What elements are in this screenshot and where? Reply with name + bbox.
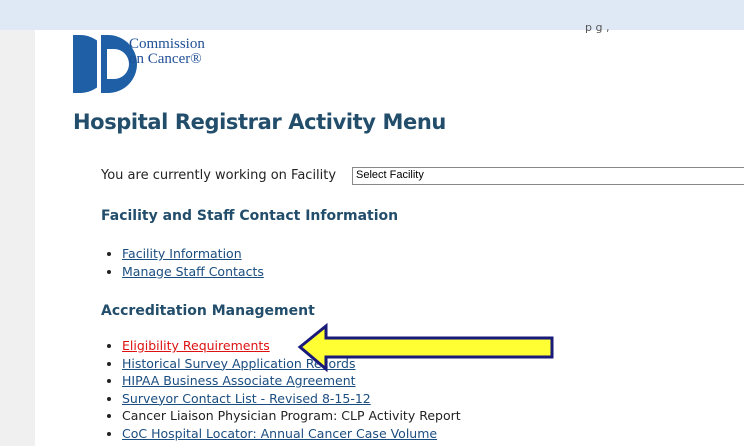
browser-top-strip bbox=[0, 0, 744, 30]
accreditation-links: Eligibility Requirements Historical Surv… bbox=[100, 337, 461, 442]
commission-on-cancer-logo[interactable]: Commission on Cancer® bbox=[73, 35, 213, 93]
facility-staff-links: Facility Information Manage Staff Contac… bbox=[100, 245, 264, 280]
list-item: Facility Information bbox=[122, 245, 264, 263]
top-cut-text: p g , bbox=[585, 21, 610, 34]
section-heading-accreditation: Accreditation Management bbox=[101, 303, 315, 319]
link-surveyor-contact-list[interactable]: Surveyor Contact List - Revised 8-15-12 bbox=[122, 391, 371, 406]
list-item: CoC Hospital Locator: Annual Cancer Case… bbox=[122, 425, 461, 443]
facility-select[interactable]: Select Facility bbox=[352, 167, 744, 185]
list-item: Manage Staff Contacts bbox=[122, 263, 264, 281]
list-item: HIPAA Business Associate Agreement bbox=[122, 372, 461, 390]
logo-line-1: Commission bbox=[129, 36, 205, 52]
section-heading-facility-staff: Facility and Staff Contact Information bbox=[101, 208, 399, 224]
facility-prompt: You are currently working on Facility bbox=[101, 168, 337, 183]
logo-line-2: on Cancer® bbox=[129, 51, 202, 67]
list-item: Surveyor Contact List - Revised 8-15-12 bbox=[122, 390, 461, 408]
link-historical-survey-records[interactable]: Historical Survey Application Records bbox=[122, 356, 356, 371]
text-clp-activity-report: Cancer Liaison Physician Program: CLP Ac… bbox=[122, 408, 461, 423]
link-coc-hospital-locator[interactable]: CoC Hospital Locator: Annual Cancer Case… bbox=[122, 426, 437, 441]
link-facility-information[interactable]: Facility Information bbox=[122, 246, 242, 261]
list-item: Cancer Liaison Physician Program: CLP Ac… bbox=[122, 407, 461, 425]
list-item: Historical Survey Application Records bbox=[122, 355, 461, 373]
link-hipaa-agreement[interactable]: HIPAA Business Associate Agreement bbox=[122, 373, 356, 388]
left-gutter bbox=[0, 30, 35, 446]
link-eligibility-requirements[interactable]: Eligibility Requirements bbox=[122, 338, 270, 353]
logo-text: Commission on Cancer® bbox=[129, 37, 205, 67]
link-manage-staff-contacts[interactable]: Manage Staff Contacts bbox=[122, 264, 264, 279]
list-item: Eligibility Requirements bbox=[122, 337, 461, 355]
page-title: Hospital Registrar Activity Menu bbox=[73, 110, 446, 134]
